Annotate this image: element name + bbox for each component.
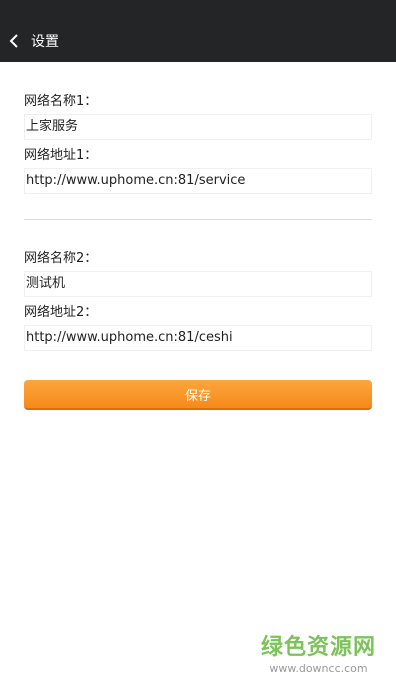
network2-address-label: 网络地址2： bbox=[24, 305, 98, 320]
network2-address-input[interactable]: http://www.uphome.cn:81/ceshi bbox=[24, 325, 372, 351]
chevron-left-icon bbox=[9, 33, 19, 49]
watermark-title: 绿色资源网 bbox=[260, 635, 376, 660]
settings-form: 网络名称1： 上家服务 网络地址1： http://www.uphome.cn:… bbox=[24, 62, 372, 351]
save-button[interactable]: 保存 bbox=[24, 380, 372, 410]
watermark: 绿色资源网 www.downcc.com bbox=[261, 634, 376, 676]
title-bar: 设置 bbox=[0, 20, 396, 62]
network1-name-label: 网络名称1： bbox=[24, 94, 98, 109]
status-bar bbox=[0, 0, 396, 20]
network2-name-input[interactable]: 测试机 bbox=[24, 271, 372, 297]
watermark-url: www.downcc.com bbox=[269, 662, 368, 675]
page-title: 设置 bbox=[31, 34, 59, 50]
network1-address-label: 网络地址1： bbox=[24, 148, 98, 163]
network1-address-input[interactable]: http://www.uphome.cn:81/service bbox=[24, 168, 372, 194]
network2-name-label: 网络名称2： bbox=[24, 251, 98, 266]
network1-name-input[interactable]: 上家服务 bbox=[24, 114, 372, 140]
back-button[interactable] bbox=[0, 20, 28, 62]
